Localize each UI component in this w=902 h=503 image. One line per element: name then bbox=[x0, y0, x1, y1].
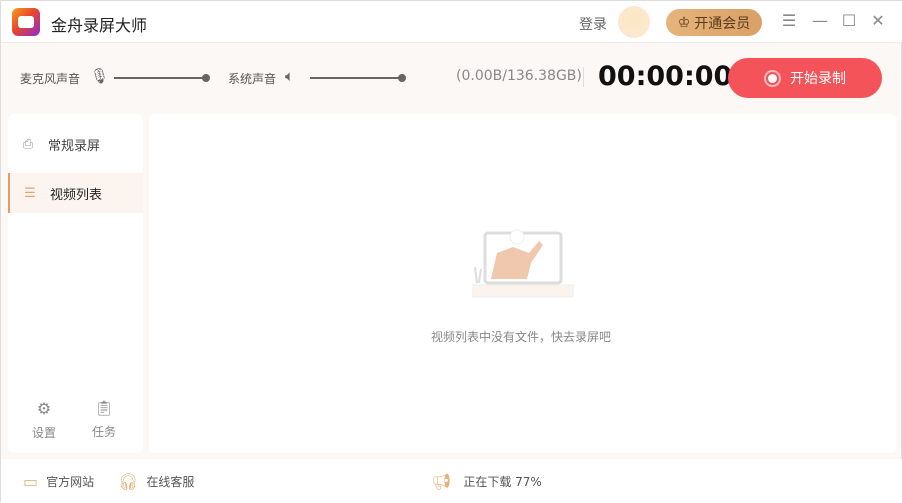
megaphone-icon: 📢︎ bbox=[431, 471, 452, 491]
vip-button[interactable]: ♔ 开通会员 bbox=[666, 9, 762, 36]
tasks-button[interactable]: 📋︎ 任务 bbox=[84, 399, 124, 440]
sidebar-item-regular-record[interactable]: ⎙ 常规录屏 bbox=[8, 124, 143, 164]
avatar[interactable] bbox=[618, 6, 650, 38]
vip-label: 开通会员 bbox=[694, 15, 751, 32]
mic-label: 麦克风声音 bbox=[20, 72, 81, 86]
clipboard-icon: 📋︎ bbox=[94, 399, 114, 417]
empty-illustration bbox=[472, 229, 574, 298]
mic-volume-slider[interactable] bbox=[114, 77, 206, 79]
system-volume-slider[interactable] bbox=[310, 77, 402, 79]
sidebar-item-label: 视频列表 bbox=[50, 187, 103, 203]
microphone-icon[interactable]: 🎙︎ bbox=[90, 67, 109, 85]
website-label: 官方网站 bbox=[46, 474, 95, 489]
record-timer: 00:00:00 bbox=[598, 61, 733, 92]
app-title: 金舟录屏大师 bbox=[51, 16, 148, 35]
storage-info: (0.00B/136.38GB) bbox=[456, 68, 582, 84]
start-record-button[interactable]: 开始录制 bbox=[728, 58, 882, 98]
system-volume-knob[interactable] bbox=[398, 74, 406, 82]
close-icon[interactable]: ✕ bbox=[868, 11, 888, 31]
sidebar-item-label: 常规录屏 bbox=[48, 138, 101, 154]
login-link[interactable]: 登录 bbox=[579, 14, 607, 34]
download-label: 正在下载 77% bbox=[463, 474, 542, 489]
app-logo bbox=[12, 8, 40, 36]
mic-volume-knob[interactable] bbox=[202, 74, 210, 82]
support-label: 在线客服 bbox=[146, 474, 195, 489]
footer: ▭ 官方网站 🎧︎ 在线客服 📢︎ 正在下载 77% bbox=[1, 459, 902, 503]
headset-icon: 🎧︎ bbox=[118, 471, 139, 491]
official-website-link[interactable]: ▭ 官方网站 bbox=[23, 472, 94, 491]
tasks-label: 任务 bbox=[91, 425, 116, 439]
gear-icon: ⚙ bbox=[36, 399, 52, 418]
settings-button[interactable]: ⚙ 设置 bbox=[24, 399, 64, 441]
monitor-icon: ▭ bbox=[23, 471, 39, 491]
speaker-icon[interactable]: 🔈︎ bbox=[285, 67, 294, 85]
divider bbox=[583, 67, 584, 87]
download-status: 📢︎ 正在下载 77% bbox=[431, 472, 542, 491]
camera-icon: ⎙ bbox=[22, 136, 34, 152]
system-sound-label: 系统声音 bbox=[228, 72, 277, 86]
list-icon: ☰ bbox=[24, 185, 36, 201]
record-label: 开始录制 bbox=[790, 71, 846, 87]
sidebar-item-video-list[interactable]: ☰ 视频列表 bbox=[8, 173, 143, 213]
settings-label: 设置 bbox=[31, 426, 56, 440]
online-support-link[interactable]: 🎧︎ 在线客服 bbox=[118, 472, 194, 491]
minimize-icon[interactable]: — bbox=[810, 11, 830, 31]
title-bar: 金舟录屏大师 登录 ♔ 开通会员 ☰ — ☐ ✕ bbox=[1, 1, 902, 43]
empty-message: 视频列表中没有文件，快去录屏吧 bbox=[431, 330, 612, 344]
maximize-icon[interactable]: ☐ bbox=[839, 11, 859, 31]
menu-icon[interactable]: ☰ bbox=[779, 11, 799, 31]
record-icon bbox=[764, 69, 781, 87]
crown-icon: ♔ bbox=[677, 14, 691, 31]
